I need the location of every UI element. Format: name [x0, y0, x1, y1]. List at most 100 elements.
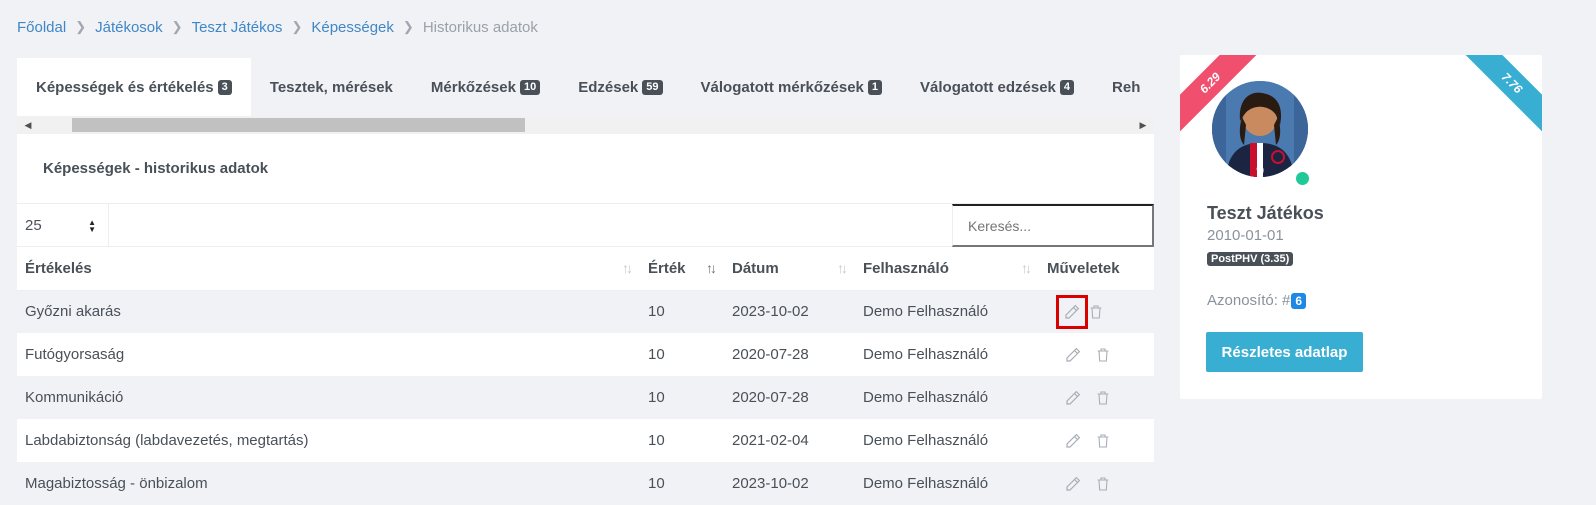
online-status-dot: [1294, 170, 1311, 187]
tab-national-matches[interactable]: Válogatott mérkőzések 1: [682, 58, 902, 116]
tab-matches[interactable]: Mérkőzések 10: [412, 58, 559, 116]
cell-actions: [1039, 290, 1154, 333]
cell-user: Demo Felhasználó: [855, 290, 1039, 333]
cell-user: Demo Felhasználó: [855, 376, 1039, 419]
cell-evaluation: Kommunikáció: [17, 376, 640, 419]
cell-user: Demo Felhasználó: [863, 346, 989, 363]
breadcrumb-players-link[interactable]: Játékosok: [95, 19, 163, 36]
trash-icon[interactable]: [1084, 300, 1108, 324]
tab-bar: Képességek és értékelés 3 Tesztek, mérés…: [17, 58, 1154, 116]
chevron-right-icon: ❯: [291, 19, 303, 34]
tabs-scrollbar[interactable]: ◀ ▶: [17, 116, 1154, 134]
edit-pencil-icon[interactable]: [1061, 472, 1085, 496]
tab-rehab[interactable]: Reh: [1093, 58, 1154, 116]
scroll-right-arrow-icon[interactable]: ▶: [1134, 116, 1152, 134]
history-table: Értékelés ↑↓ Érték ↑↓ Dátum ↑↓ Felhasználó ↑…: [17, 247, 1154, 505]
cell-actions: [1039, 462, 1154, 505]
cell-value: 10: [640, 290, 724, 333]
chevron-right-icon: ❯: [402, 19, 414, 34]
cell-date: 2023-10-02: [724, 290, 855, 333]
trash-icon[interactable]: [1091, 343, 1115, 367]
rating-ribbon-right: 7.76: [1460, 55, 1542, 135]
search-input[interactable]: [952, 204, 1154, 247]
table-row: Magabiztosság - önbizalom 10 2023-10-02 …: [17, 462, 1154, 505]
tab-label: Mérkőzések: [430, 78, 516, 96]
tab-count-badge: 3: [217, 79, 232, 95]
sort-icon: ↑↓: [1021, 260, 1032, 276]
tab-count-badge: 4: [1059, 79, 1075, 95]
tab-label: Képességek és értékelés: [36, 78, 214, 96]
cell-evaluation: Labdabiztonság (labdavezetés, megtartás): [25, 432, 309, 449]
trash-icon[interactable]: [1091, 386, 1115, 410]
chevron-right-icon: ❯: [75, 19, 87, 34]
details-button[interactable]: Részletes adatlap: [1206, 332, 1363, 372]
tab-count-badge: 10: [519, 79, 541, 95]
card-title: Képességek - historikus adatok: [43, 160, 269, 177]
cell-user: Demo Felhasználó: [855, 462, 1039, 505]
tab-trainings[interactable]: Edzések 59: [559, 58, 681, 116]
sort-desc-icon: ↑↓: [706, 260, 717, 276]
tab-tests-measurements[interactable]: Tesztek, mérések: [251, 58, 412, 116]
column-header-evaluation[interactable]: Értékelés ↑↓: [17, 247, 640, 291]
tab-national-trainings[interactable]: Válogatott edzések 4: [901, 58, 1093, 116]
scroll-left-arrow-icon[interactable]: ◀: [19, 116, 37, 134]
main-panel: Képességek és értékelés 3 Tesztek, mérés…: [17, 58, 1154, 505]
cell-evaluation: Futógyorsaság: [25, 346, 125, 363]
cell-evaluation: Magabiztosság - önbizalom: [17, 462, 640, 505]
column-header-actions: Műveletek: [1039, 247, 1154, 291]
cell-user: Demo Felhasználó: [863, 432, 989, 449]
tab-label: Reh: [1112, 78, 1141, 96]
player-id: Azonosító: # 6: [1207, 292, 1307, 309]
scrollbar-thumb[interactable]: [72, 118, 525, 132]
player-name: Teszt Játékos: [1207, 203, 1324, 223]
phv-badge: PostPHV (3.35): [1207, 252, 1294, 266]
edit-pencil-icon[interactable]: [1061, 429, 1085, 453]
table-row: Kommunikáció 10 2020-07-28 Demo Felhaszn…: [17, 376, 1154, 419]
sort-icon: ↑↓: [622, 260, 633, 276]
tab-label: Válogatott edzések: [920, 78, 1056, 96]
breadcrumb-skills-link[interactable]: Képességek: [311, 19, 394, 36]
cell-value: 10: [640, 462, 724, 505]
table-row: Győzni akarás 10 2023-10-02 Demo Felhasz…: [17, 290, 1154, 333]
edit-pencil-icon[interactable]: [1061, 386, 1085, 410]
breadcrumb-home-link[interactable]: Főoldal: [17, 19, 66, 36]
column-header-date[interactable]: Dátum ↑↓: [724, 247, 855, 291]
tab-skills-evaluation[interactable]: Képességek és értékelés 3: [17, 58, 251, 116]
tab-label: Válogatott mérkőzések: [700, 78, 864, 96]
cell-date: 2020-07-28: [732, 346, 809, 363]
edit-pencil-icon[interactable]: [1061, 343, 1085, 367]
cell-value: 10: [648, 346, 665, 363]
table-row: Futógyorsaság 10 2020-07-28 Demo Felhasz…: [17, 333, 1154, 376]
sort-icon: ↑↓: [837, 260, 848, 276]
column-header-value[interactable]: Érték ↑↓: [640, 247, 724, 291]
cell-actions: [1039, 419, 1154, 462]
svg-text:9: 9: [1256, 164, 1264, 177]
select-arrows-icon: ▲ ▼: [88, 218, 96, 234]
breadcrumb-player-link[interactable]: Teszt Játékos: [192, 19, 283, 36]
page-size-value: 25: [25, 217, 42, 234]
player-id-badge: 6: [1291, 292, 1307, 309]
tab-count-badge: 1: [867, 79, 883, 95]
cell-value: 10: [648, 432, 665, 449]
table-controls: 25 ▲ ▼: [17, 203, 1154, 247]
player-profile-card: 6.29 7.76 9 Teszt Játékos 2010-01-01 Pos…: [1180, 55, 1542, 399]
breadcrumb: Főoldal ❯ Játékosok ❯ Teszt Játékos ❯ Ké…: [17, 17, 538, 37]
chevron-right-icon: ❯: [171, 19, 183, 34]
avatar: 9: [1212, 81, 1308, 177]
tab-label: Tesztek, mérések: [269, 78, 393, 96]
breadcrumb-current: Historikus adatok: [422, 18, 538, 36]
cell-date: 2020-07-28: [724, 376, 855, 419]
cell-value: 10: [640, 376, 724, 419]
table-row: Labdabiztonság (labdavezetés, megtartás)…: [17, 419, 1154, 462]
cell-date: 2021-02-04: [732, 432, 809, 449]
player-id-label: Azonosító: #: [1207, 292, 1291, 309]
page-size-select[interactable]: 25 ▲ ▼: [17, 204, 109, 247]
column-header-user[interactable]: Felhasználó ↑↓: [855, 247, 1039, 291]
trash-icon[interactable]: [1091, 472, 1115, 496]
trash-icon[interactable]: [1091, 429, 1115, 453]
cell-date: 2023-10-02: [724, 462, 855, 505]
player-birthdate: 2010-01-01: [1207, 227, 1284, 244]
cell-actions: [1039, 376, 1154, 419]
cell-actions: [1039, 333, 1154, 376]
tab-label: Edzések: [578, 78, 639, 96]
